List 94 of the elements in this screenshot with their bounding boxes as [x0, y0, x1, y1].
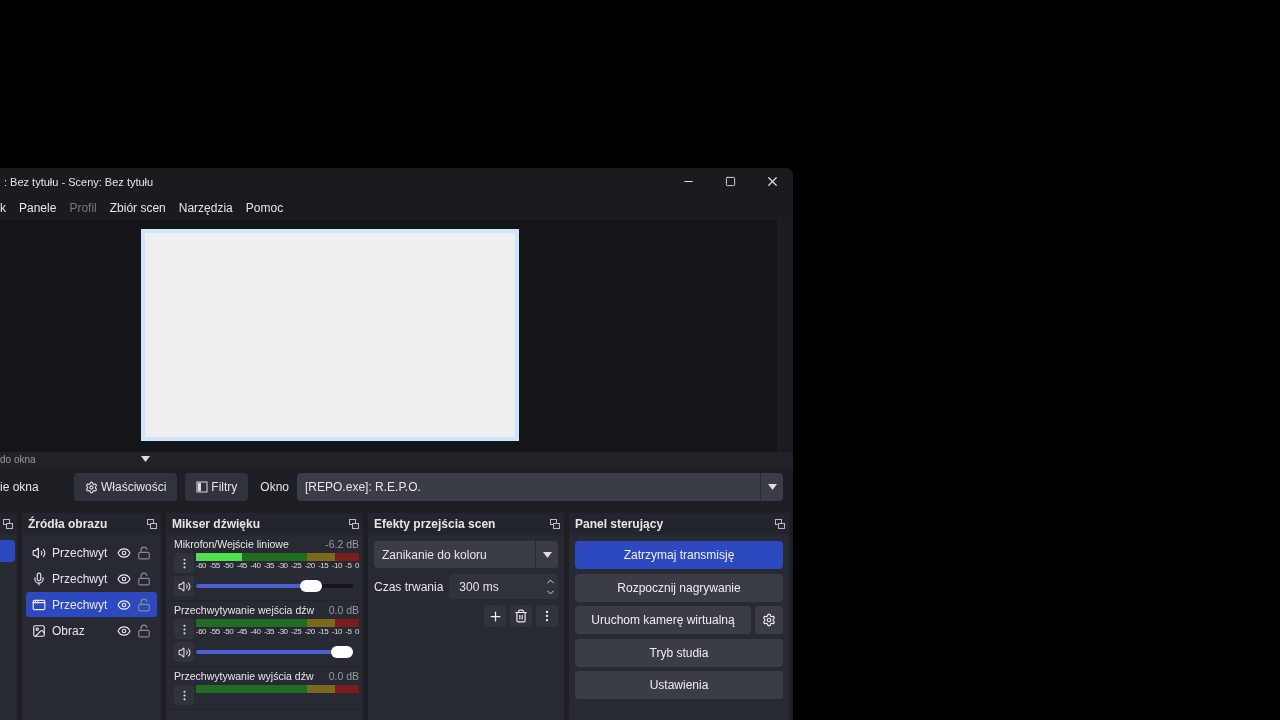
- scale-label: -30: [277, 627, 288, 636]
- source-label: do okna: [0, 453, 37, 465]
- duration-field[interactable]: 300 ms: [449, 574, 558, 599]
- scale-label: 0: [355, 627, 359, 636]
- window-icon: [32, 597, 46, 612]
- control-button[interactable]: Rozpocznij nagrywanie: [575, 573, 783, 602]
- image-icon: [32, 623, 46, 638]
- scale-label: -55: [209, 561, 220, 570]
- scale-label: -45: [236, 627, 247, 636]
- source-item[interactable]: Obraz: [26, 618, 157, 643]
- scale-label: -10: [331, 627, 342, 636]
- menu-item[interactable]: Panele: [19, 200, 57, 215]
- window-title: : Bez tytułu - Sceny: Bez tytułu: [4, 175, 155, 188]
- delete-button[interactable]: [510, 605, 532, 627]
- mute-button[interactable]: [174, 642, 194, 662]
- scale-label: -50: [223, 561, 234, 570]
- gear-icon: [762, 613, 776, 627]
- gear-icon: [85, 480, 98, 494]
- control-button[interactable]: Ustawienia: [575, 671, 783, 699]
- scrollbar[interactable]: [777, 220, 793, 452]
- window-dropdown[interactable]: [REPO.exe]: R.E.P.O.: [297, 473, 783, 501]
- channel-reading: -6.2 dB: [325, 538, 359, 550]
- mute-button[interactable]: [174, 576, 194, 596]
- scale-label: -35: [263, 627, 274, 636]
- panel-title: Mikser dźwięku: [172, 517, 262, 531]
- channel-name: Mikrofon/Wejście liniowe: [174, 538, 289, 550]
- control-button[interactable]: Uruchom kamerę wirtualną: [575, 606, 751, 634]
- speaker-icon: [32, 545, 46, 560]
- scale-label: -20: [304, 627, 315, 636]
- dropdown-caret-icon[interactable]: [767, 484, 777, 490]
- microphone-icon: [32, 571, 46, 586]
- transition-dropdown[interactable]: Zanikanie do koloru: [374, 541, 558, 568]
- scale-label: -45: [236, 561, 247, 570]
- plus-icon: [487, 608, 503, 624]
- add-button[interactable]: [484, 605, 506, 627]
- undock-icon[interactable]: [147, 519, 157, 529]
- eye-icon[interactable]: [117, 623, 131, 638]
- scale-label: -40: [250, 627, 261, 636]
- channel-name: Przechwytywanie wyjścia dźw: [174, 670, 314, 682]
- filters-button[interactable]: Filtry: [185, 473, 249, 501]
- scale-label: -15: [318, 627, 329, 636]
- channel-reading: 0.0 dB: [328, 670, 359, 682]
- dropdown-caret-icon[interactable]: [141, 456, 150, 462]
- scale-label: -5: [345, 627, 352, 636]
- scale-label: -25: [291, 627, 302, 636]
- speaker-icon: [177, 645, 191, 659]
- undock-icon[interactable]: [775, 519, 785, 529]
- scale-label: -50: [223, 627, 234, 636]
- scale-label: 0: [355, 561, 359, 570]
- scale-label: -15: [318, 561, 329, 570]
- scale-label: -30: [277, 561, 288, 570]
- unlocked-icon[interactable]: [137, 571, 151, 586]
- control-button[interactable]: Zatrzymaj transmisję: [575, 541, 783, 569]
- scale-label: -10: [331, 561, 342, 570]
- eye-icon[interactable]: [117, 571, 131, 586]
- channel-reading: 0.0 dB: [328, 604, 359, 616]
- panel-title: Efekty przejścia scen: [374, 517, 497, 531]
- menu-item[interactable]: k: [0, 200, 6, 215]
- undock-icon[interactable]: [3, 519, 13, 529]
- control-button[interactable]: Tryb studia: [575, 638, 783, 667]
- scale-label: -20: [304, 561, 315, 570]
- maximize-icon: [724, 176, 736, 187]
- settings-button[interactable]: [755, 606, 783, 634]
- scale-label: -55: [209, 627, 220, 636]
- panel-title: Źródła obrazu: [28, 517, 109, 531]
- duration-label: Czas trwania: [374, 579, 444, 594]
- panel-title: Panel sterujący: [575, 517, 665, 531]
- undock-icon[interactable]: [349, 519, 359, 529]
- scale-label: -60: [196, 561, 207, 570]
- menu-item[interactable]: Zbiór scen: [109, 200, 166, 215]
- more-button[interactable]: [536, 605, 558, 627]
- source-item[interactable]: Przechwyt: [26, 540, 157, 565]
- scale-label: -5: [345, 561, 352, 570]
- menu-item[interactable]: Narzędzia: [178, 200, 233, 215]
- scale-label: -35: [263, 561, 274, 570]
- unlocked-icon[interactable]: [137, 623, 151, 638]
- source-item[interactable]: Przechwyt: [26, 566, 157, 591]
- dropdown-caret-icon[interactable]: [542, 551, 552, 558]
- menu-item[interactable]: Pomoc: [245, 200, 284, 215]
- scale-label: -25: [291, 561, 302, 570]
- properties-button[interactable]: Właściwości: [74, 473, 178, 501]
- source-item[interactable]: Przechwyt: [26, 592, 157, 617]
- scale-label: -40: [250, 561, 261, 570]
- source-name: ie okna: [0, 480, 40, 494]
- filter-icon: [196, 481, 209, 493]
- channel-name: Przechwytywanie wejścia dźw: [174, 604, 315, 616]
- scale-label: -60: [196, 627, 207, 636]
- undock-icon[interactable]: [550, 519, 560, 529]
- speaker-icon: [177, 579, 191, 593]
- window-label: Okno: [260, 480, 290, 494]
- eye-icon[interactable]: [117, 597, 131, 612]
- trash-icon: [514, 609, 528, 623]
- eye-icon[interactable]: [117, 545, 131, 560]
- unlocked-icon[interactable]: [137, 545, 151, 560]
